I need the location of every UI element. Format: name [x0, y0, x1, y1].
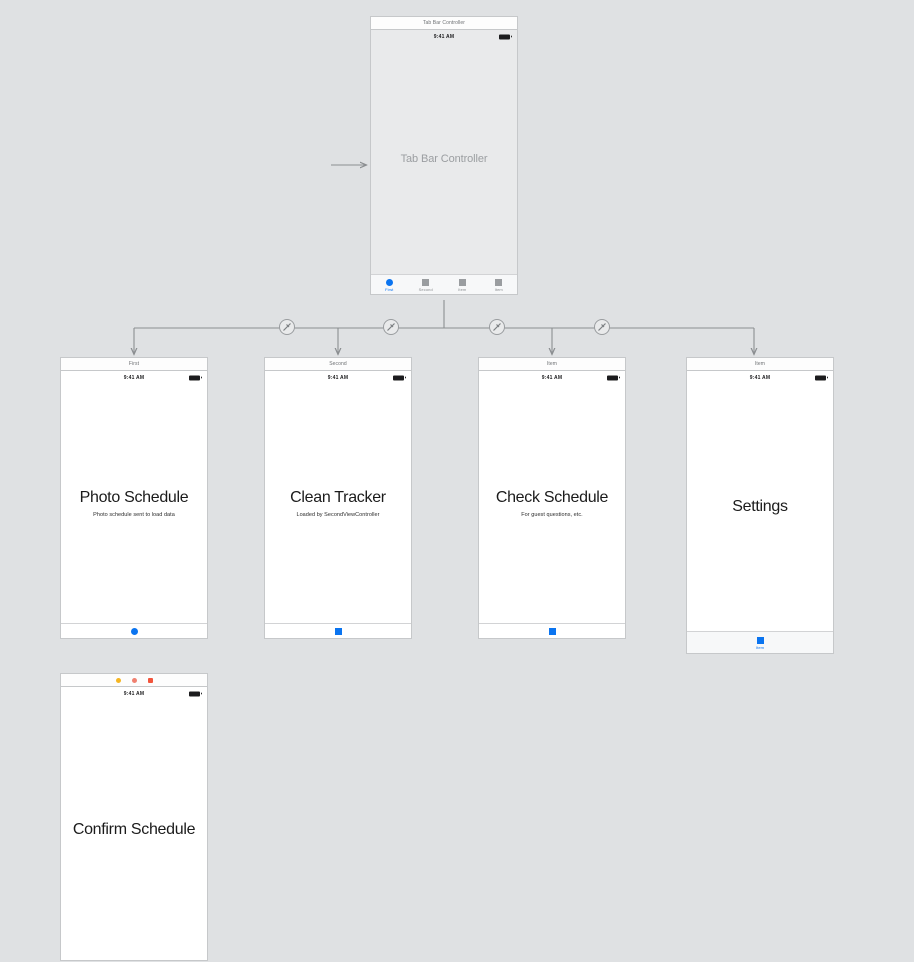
tab-item-third[interactable]: Item — [444, 279, 481, 292]
storyboard-canvas[interactable]: Tab Bar Controller 9:41 AM Tab Bar Contr… — [0, 0, 914, 962]
headline-label: Check Schedule — [495, 488, 609, 506]
screen-body: Clean Tracker Loaded by SecondViewContro… — [265, 384, 411, 623]
device-second[interactable]: 9:41 AM Clean Tracker Loaded by SecondVi… — [264, 370, 412, 639]
subline-label: Photo schedule sent to load data — [93, 512, 175, 519]
scene-title-fourth[interactable]: Item — [686, 357, 834, 370]
scene-title-second[interactable]: Second — [264, 357, 412, 370]
relationship-segue-badges[interactable] — [279, 319, 610, 335]
size-class-dot-yellow[interactable] — [115, 677, 121, 683]
scene-title-tab-bar-controller[interactable]: Tab Bar Controller — [370, 16, 518, 29]
screen-body: Settings — [687, 384, 833, 631]
headline-label: Photo Schedule — [79, 488, 189, 506]
screen-body: Confirm Schedule — [61, 700, 207, 960]
status-time: 9:41 AM — [123, 690, 145, 697]
scene-tab-bar-controller[interactable]: Tab Bar Controller 9:41 AM Tab Bar Contr… — [370, 16, 518, 295]
square-icon — [548, 627, 556, 635]
scene-title-confirm[interactable] — [60, 673, 208, 686]
square-icon — [756, 637, 764, 644]
status-bar: 9:41 AM — [371, 30, 517, 43]
tab-bar[interactable] — [61, 623, 207, 638]
tab-bar[interactable] — [479, 623, 625, 638]
tab-label: Second — [418, 287, 433, 292]
tab-bar[interactable]: First Second Item Item — [371, 274, 517, 294]
size-class-dot-red[interactable] — [147, 677, 153, 683]
tab-bar[interactable]: Item — [687, 631, 833, 653]
status-bar: 9:41 AM — [61, 371, 207, 384]
tab-label: Item — [755, 645, 765, 650]
headline-label: Confirm Schedule — [72, 820, 196, 838]
status-time: 9:41 AM — [749, 374, 771, 381]
scene-title-third[interactable]: Item — [478, 357, 626, 370]
tab-item-fourth[interactable]: Item — [481, 279, 518, 292]
device-first[interactable]: 9:41 AM Photo Schedule Photo schedule se… — [60, 370, 208, 639]
tab-item-first[interactable]: First — [371, 279, 408, 292]
device-fourth[interactable]: 9:41 AM Settings Item — [686, 370, 834, 654]
headline-label: Clean Tracker — [290, 488, 386, 506]
subline-label: Loaded by SecondViewController — [296, 512, 380, 519]
circle-icon — [130, 627, 138, 635]
status-bar: 9:41 AM — [479, 371, 625, 384]
battery-icon — [189, 375, 202, 380]
status-bar: 9:41 AM — [265, 371, 411, 384]
screen-body: Tab Bar Controller — [371, 43, 517, 274]
battery-icon — [607, 375, 620, 380]
subline-label: For guest questions, etc. — [521, 512, 583, 519]
battery-icon — [393, 375, 406, 380]
square-icon — [422, 279, 430, 286]
tab-label: First — [385, 287, 394, 292]
circle-icon — [385, 279, 393, 286]
status-bar: 9:41 AM — [61, 687, 207, 700]
scene-title-first[interactable]: First — [60, 357, 208, 370]
square-icon — [458, 279, 466, 286]
scene-fourth[interactable]: Item 9:41 AM Settings Item — [686, 357, 834, 654]
placeholder-label: Tab Bar Controller — [400, 152, 488, 165]
scene-confirm[interactable]: 9:41 AM Confirm Schedule — [60, 673, 208, 961]
battery-icon — [189, 691, 202, 696]
battery-icon — [815, 375, 828, 380]
square-icon — [495, 279, 503, 286]
device-tab-bar-controller[interactable]: 9:41 AM Tab Bar Controller First Second … — [370, 29, 518, 295]
status-bar: 9:41 AM — [687, 371, 833, 384]
device-confirm[interactable]: 9:41 AM Confirm Schedule — [60, 686, 208, 961]
square-icon — [334, 627, 342, 635]
screen-body: Photo Schedule Photo schedule sent to lo… — [61, 384, 207, 623]
battery-icon — [499, 34, 512, 39]
device-third[interactable]: 9:41 AM Check Schedule For guest questio… — [478, 370, 626, 639]
screen-body: Check Schedule For guest questions, etc. — [479, 384, 625, 623]
scene-third[interactable]: Item 9:41 AM Check Schedule For guest qu… — [478, 357, 626, 639]
scene-first[interactable]: First 9:41 AM Photo Schedule Photo sched… — [60, 357, 208, 639]
status-time: 9:41 AM — [433, 33, 455, 40]
tab-label: Item — [494, 287, 503, 292]
status-time: 9:41 AM — [541, 374, 563, 381]
tab-item-second[interactable]: Second — [408, 279, 445, 292]
scene-second[interactable]: Second 9:41 AM Clean Tracker Loaded by S… — [264, 357, 412, 639]
tab-item-settings[interactable]: Item — [687, 637, 833, 650]
tab-bar[interactable] — [265, 623, 411, 638]
status-time: 9:41 AM — [123, 374, 145, 381]
status-time: 9:41 AM — [327, 374, 349, 381]
tab-label: Item — [458, 287, 467, 292]
size-class-dot-pink[interactable] — [131, 677, 137, 683]
headline-label: Settings — [732, 498, 788, 516]
